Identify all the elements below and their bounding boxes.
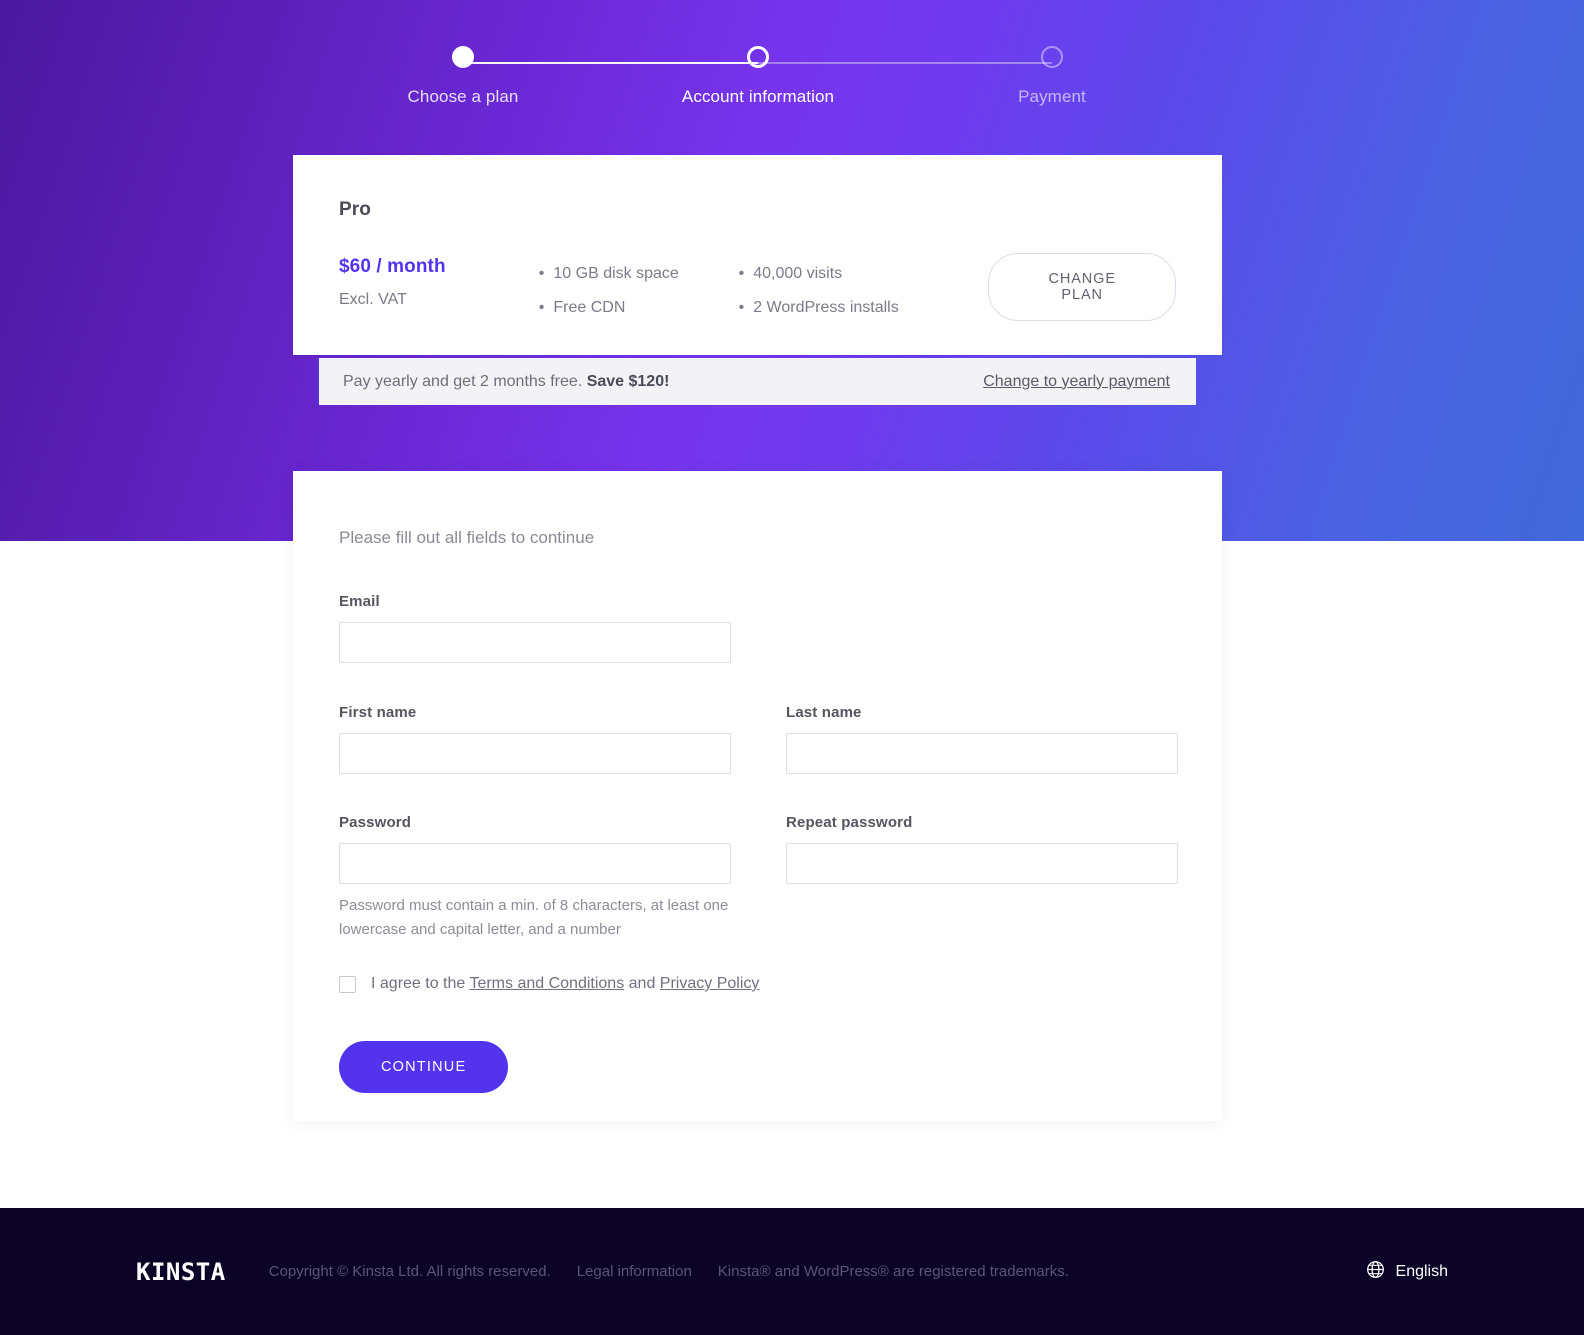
language-selector[interactable]: English	[1366, 1260, 1448, 1284]
email-label: Email	[339, 593, 380, 610]
password-fields-row: Password Password must contain a min. of…	[339, 814, 1178, 942]
first-name-input[interactable]	[339, 733, 731, 774]
step-dot-completed-icon	[452, 46, 474, 68]
password-field-group: Password Password must contain a min. of…	[339, 814, 731, 942]
password-input[interactable]	[339, 843, 731, 884]
continue-button[interactable]: CONTINUE	[339, 1041, 509, 1093]
plan-details-row: $60 / month Excl. VAT • 10 GB disk space …	[339, 253, 1176, 325]
stepper-step-label: Choose a plan	[407, 87, 519, 106]
yearly-payment-banner: Pay yearly and get 2 months free. Save $…	[316, 358, 1196, 405]
terms-agreement-text: I agree to the Terms and Conditions and …	[371, 975, 759, 993]
stepper-step-choose-a-plan[interactable]: Choose a plan	[363, 46, 563, 107]
repeat-password-input[interactable]	[786, 843, 1178, 884]
repeat-password-field-group: Repeat password	[786, 814, 1178, 942]
account-information-form-card: Please fill out all fields to continue E…	[293, 471, 1222, 1121]
kinsta-logo: KINSTA	[136, 1257, 226, 1286]
checkout-stepper: Choose a plan Account information Paymen…	[0, 0, 1584, 130]
stepper-step-label: Payment	[1018, 87, 1086, 106]
plan-feature: • 2 WordPress installs	[739, 291, 989, 325]
plan-feature: • 10 GB disk space	[539, 257, 739, 291]
plan-name: Pro	[339, 199, 371, 220]
name-fields-row: First name Last name	[339, 704, 1178, 774]
terms-checkbox[interactable]	[339, 975, 356, 993]
bullet-icon: •	[538, 299, 545, 316]
page-footer: KINSTA Copyright © Kinsta Ltd. All right…	[0, 1208, 1584, 1335]
last-name-label: Last name	[786, 704, 862, 721]
stepper-step-payment[interactable]: Payment	[952, 46, 1152, 107]
terms-agreement-row: I agree to the Terms and Conditions and …	[339, 975, 1176, 993]
stepper-step-account-information[interactable]: Account information	[658, 46, 858, 107]
plan-summary-card: Pro $60 / month Excl. VAT • 10 GB disk sp…	[293, 155, 1222, 355]
repeat-password-label: Repeat password	[786, 814, 913, 831]
bullet-icon: •	[738, 265, 745, 282]
plan-price: $60 / month	[339, 256, 446, 277]
password-label: Password	[339, 814, 412, 831]
language-label: English	[1395, 1262, 1448, 1280]
plan-price-column: $60 / month Excl. VAT	[339, 253, 539, 309]
change-to-yearly-payment-link[interactable]: Change to yearly payment	[983, 373, 1170, 391]
footer-trademarks-note: Kinsta® and WordPress® are registered tr…	[717, 1263, 1069, 1280]
plan-vat-note: Excl. VAT	[339, 291, 407, 308]
footer-copyright: Copyright © Kinsta Ltd. All rights reser…	[268, 1263, 551, 1280]
yearly-banner-savings: Save $120!	[586, 372, 670, 390]
change-plan-button[interactable]: CHANGE PLAN	[988, 253, 1176, 321]
form-intro-text: Please fill out all fields to continue	[339, 528, 595, 547]
last-name-field-group: Last name	[786, 704, 1178, 774]
plan-feature: • 40,000 visits	[739, 257, 989, 291]
terms-and-conditions-link[interactable]: Terms and Conditions	[469, 975, 624, 992]
step-dot-upcoming-icon	[1041, 46, 1063, 68]
bullet-icon: •	[738, 299, 745, 316]
globe-icon	[1366, 1260, 1385, 1284]
plan-feature-label: Free CDN	[553, 299, 626, 316]
plan-feature-label: 10 GB disk space	[553, 265, 679, 282]
step-dot-current-icon	[747, 46, 769, 68]
last-name-input[interactable]	[786, 733, 1178, 774]
plan-feature: • Free CDN	[539, 291, 739, 325]
first-name-field-group: First name	[339, 704, 731, 774]
password-requirements-hint: Password must contain a min. of 8 charac…	[339, 897, 729, 938]
yearly-banner-text: Pay yearly and get 2 months free. Save $…	[343, 373, 669, 391]
footer-legal-information-link[interactable]: Legal information	[577, 1263, 692, 1280]
plan-features-column-2: • 40,000 visits • 2 WordPress installs	[739, 253, 989, 325]
yearly-banner-text-prefix: Pay yearly and get 2 months free.	[343, 372, 587, 390]
terms-text-before: I agree to the	[371, 975, 470, 992]
footer-links: Copyright © Kinsta Ltd. All rights reser…	[269, 1263, 1095, 1280]
bullet-icon: •	[538, 265, 545, 282]
plan-feature-label: 40,000 visits	[753, 265, 843, 282]
first-name-label: First name	[339, 704, 417, 721]
stepper-step-label: Account information	[681, 87, 835, 106]
plan-feature-label: 2 WordPress installs	[753, 299, 899, 316]
plan-features-column-1: • 10 GB disk space • Free CDN	[539, 253, 739, 325]
email-field-group: Email	[339, 593, 1176, 663]
plan-action-column: CHANGE PLAN	[988, 253, 1176, 321]
terms-text-between: and	[624, 975, 660, 992]
privacy-policy-link[interactable]: Privacy Policy	[660, 975, 760, 992]
email-input[interactable]	[339, 622, 731, 663]
